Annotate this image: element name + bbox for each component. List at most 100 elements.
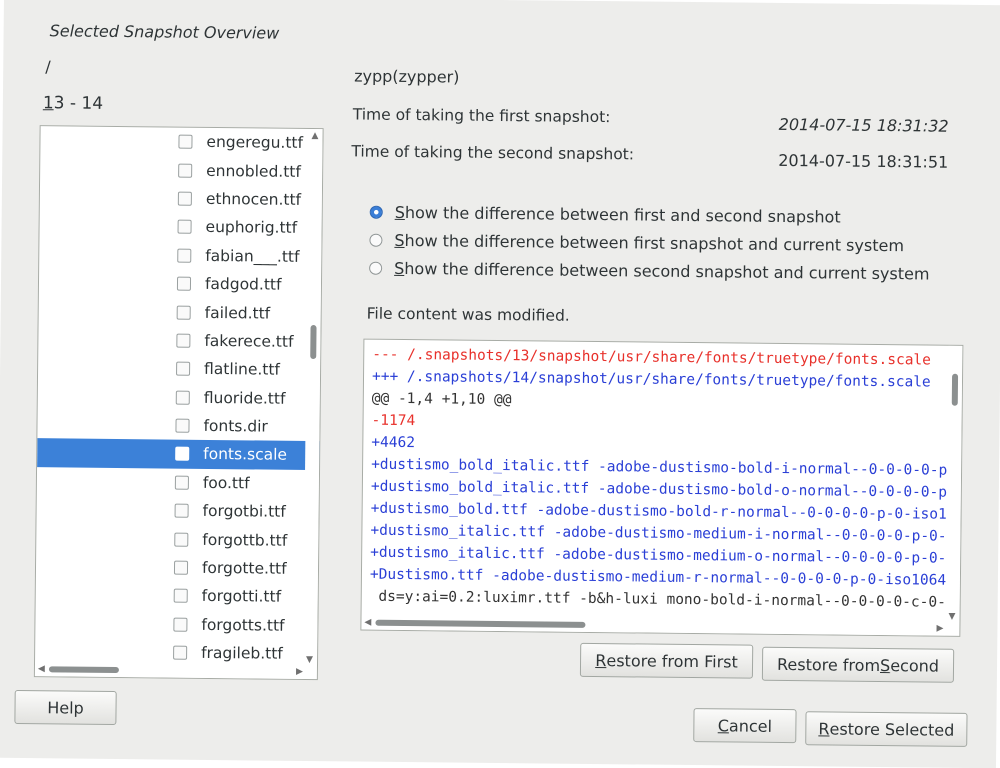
scroll-right-icon[interactable]: ▶ (936, 624, 943, 634)
file-checkbox[interactable] (176, 276, 192, 291)
radio-button[interactable] (369, 205, 383, 219)
file-list-item[interactable]: fakerece.ttf (38, 325, 320, 356)
restore-first-rest: estore from First (606, 650, 738, 672)
cancel-rest: ancel (728, 715, 773, 736)
scroll-left-icon[interactable]: ◀ (364, 618, 371, 628)
range-rest: 3 - 14 (53, 93, 104, 114)
scroll-down-icon[interactable]: ▼ (306, 655, 313, 665)
file-list-item[interactable]: foo.ttf (37, 467, 319, 498)
file-checkbox[interactable] (176, 333, 191, 348)
file-checkbox[interactable] (177, 248, 192, 263)
file-name: failed.ttf (204, 303, 271, 323)
file-checkbox[interactable] (174, 475, 189, 490)
cancel-button[interactable]: Cancel (693, 708, 797, 744)
file-checkbox[interactable] (178, 163, 193, 178)
cancel-mnemonic: C (717, 715, 730, 735)
compare-option-2[interactable]: Show the difference between first snapsh… (369, 230, 905, 256)
file-list-item[interactable]: forgotbi.ttf (36, 495, 318, 526)
radio-button[interactable] (369, 261, 383, 275)
file-list-item[interactable]: forgottb.ttf (36, 524, 318, 555)
option-label: how the difference between second snapsh… (404, 258, 930, 284)
file-list-item[interactable]: failed.ttf (39, 297, 321, 328)
diff-line-context: ds=y:ai=0.2:luximr.ttf -b&h-luxi mono-bo… (378, 588, 949, 612)
scrollbar-thumb[interactable] (951, 373, 959, 406)
compare-option-3[interactable]: Show the difference between second snaps… (369, 258, 930, 284)
file-list[interactable]: engeregu.ttf ennobled.ttf ethnocen.ttf euph… (33, 125, 324, 681)
file-checkbox[interactable] (175, 447, 190, 462)
file-name: fluoride.ttf (203, 388, 286, 408)
restore-from-first-button[interactable]: Restore from First (579, 642, 754, 679)
file-list-item[interactable]: engeregu.ttf (40, 126, 322, 157)
file-checkbox[interactable] (175, 418, 190, 433)
scrollbar-thumb[interactable] (310, 325, 317, 360)
option-label: how the difference between first and sec… (404, 202, 841, 227)
file-list-item[interactable]: fonts.scale (37, 438, 320, 470)
current-path: / (45, 57, 51, 77)
file-name: fabian___.ttf (205, 246, 300, 266)
file-checkbox[interactable] (178, 134, 193, 149)
file-name: fakerece.ttf (204, 331, 294, 351)
file-list-item[interactable]: fonts.dir (37, 410, 319, 441)
file-list-item[interactable]: fadgod.ttf (39, 268, 321, 299)
file-list-item[interactable]: forgotte.ttf (36, 552, 318, 583)
file-checkbox[interactable] (173, 589, 188, 604)
radio-button[interactable] (369, 233, 383, 247)
scroll-down-icon[interactable]: ▼ (948, 612, 955, 622)
file-name: forgottb.ttf (202, 530, 288, 550)
file-list-items: engeregu.ttf ennobled.ttf ethnocen.ttf euph… (35, 126, 323, 668)
option-label: how the difference between first snapsho… (404, 230, 905, 256)
file-checkbox[interactable] (173, 560, 189, 575)
file-checkbox[interactable] (177, 219, 192, 235)
scroll-left-icon[interactable]: ◀ (38, 664, 45, 674)
diff-horizontal-scrollbar[interactable]: ◀ ▶ (361, 615, 946, 636)
compare-option-1[interactable]: Show the difference between first and se… (369, 202, 841, 227)
file-checkbox[interactable] (176, 361, 191, 377)
file-name: euphorig.ttf (205, 218, 298, 238)
restore-second-rest: econd (890, 655, 940, 676)
scrollbar-thumb[interactable] (48, 666, 119, 674)
file-name: fonts.dir (203, 416, 268, 436)
file-name: forgotte.ttf (201, 558, 287, 578)
file-list-item[interactable]: flatline.ttf (38, 353, 320, 384)
help-button[interactable]: Help (14, 689, 117, 726)
restore-selected-rest: estore Selected (829, 718, 955, 740)
file-list-item[interactable]: forgotts.ttf (35, 609, 317, 640)
file-checkbox[interactable] (174, 503, 189, 519)
file-checkbox[interactable] (173, 617, 188, 632)
first-snapshot-time-value: 2014-07-15 18:31:32 (778, 114, 949, 136)
scroll-up-icon[interactable]: ▲ (311, 131, 318, 141)
file-checkbox[interactable] (174, 532, 189, 547)
file-name: forgotbi.ttf (202, 502, 286, 522)
file-checkbox[interactable] (176, 305, 191, 320)
file-list-item[interactable]: fabian___.ttf (39, 240, 321, 271)
file-list-item[interactable]: ennobled.ttf (40, 155, 322, 186)
file-name: fonts.scale (203, 445, 288, 465)
restore-first-mnemonic: R (595, 650, 607, 670)
restore-selected-mnemonic: R (818, 718, 830, 738)
file-list-item[interactable]: forgotti.ttf (36, 580, 318, 611)
dialog-title: Selected Snapshot Overview (49, 21, 280, 43)
scrollbar-thumb[interactable] (375, 619, 586, 628)
file-checkbox[interactable] (175, 390, 190, 405)
file-list-item[interactable]: fluoride.ttf (38, 382, 320, 413)
scroll-right-icon[interactable]: ▶ (296, 667, 303, 677)
diff-vertical-scrollbar[interactable]: ▼ (945, 345, 963, 622)
file-name: flatline.ttf (204, 360, 281, 380)
restore-second-pre: Restore from (776, 654, 881, 675)
file-name: engeregu.ttf (206, 133, 304, 153)
file-list-item[interactable]: ethnocen.ttf (40, 183, 322, 214)
file-list-item[interactable]: euphorig.ttf (39, 211, 321, 242)
diff-view[interactable]: --- /.snapshots/13/snapshot/usr/share/fo… (360, 338, 964, 637)
file-status-text: File content was modified. (366, 304, 570, 325)
restore-second-mnemonic: S (879, 655, 891, 675)
file-checkbox[interactable] (177, 191, 192, 206)
snapshot-overview-dialog: Selected Snapshot Overview / 13 - 14 eng… (0, 0, 1000, 768)
option-mnemonic: S (394, 202, 406, 222)
file-list-horizontal-scrollbar[interactable]: ◀ ▶ (34, 662, 306, 679)
file-checkbox[interactable] (173, 645, 188, 660)
range-mnemonic: 1 (42, 93, 54, 114)
restore-from-second-button[interactable]: Restore from Second (761, 646, 955, 683)
option-mnemonic: S (394, 230, 405, 250)
option-mnemonic: S (394, 258, 405, 278)
restore-selected-button[interactable]: Restore Selected (805, 711, 968, 747)
